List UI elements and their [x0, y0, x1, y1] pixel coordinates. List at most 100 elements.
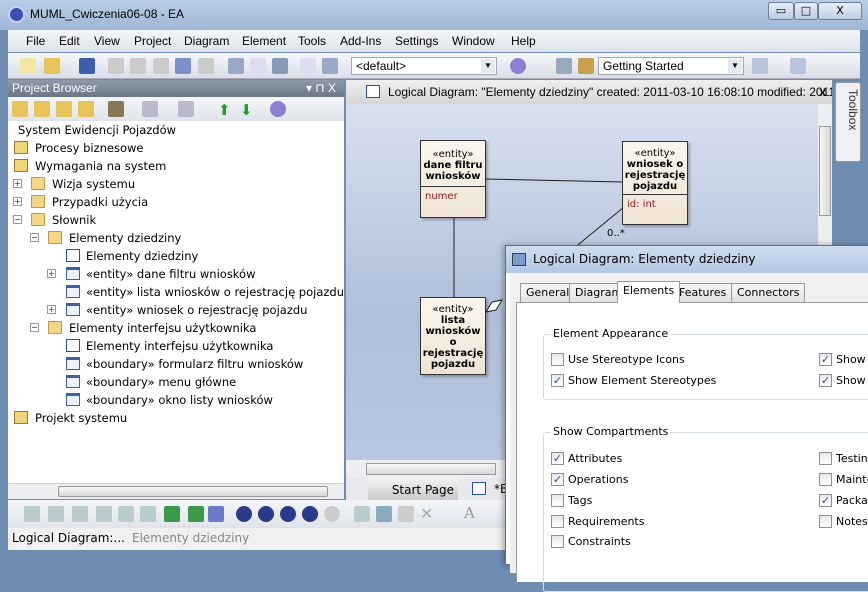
- menu-view[interactable]: View: [94, 34, 120, 48]
- use-stereotype-icons-checkbox[interactable]: Use Stereotype Icons: [551, 353, 685, 367]
- tree-item[interactable]: Elementy interfejsu użytkownika: [66, 337, 273, 355]
- checkbox-box[interactable]: [551, 353, 564, 366]
- tree-item[interactable]: System Ewidencji Pojazdów: [18, 121, 176, 139]
- tree-item[interactable]: Wymagania na system: [14, 157, 166, 175]
- checkmark-icon[interactable]: ✓: [819, 353, 832, 366]
- zoom-out-icon[interactable]: [258, 506, 274, 522]
- hierarchy-icon[interactable]: [354, 506, 370, 522]
- expand-icon[interactable]: +: [13, 197, 22, 206]
- scroll-thumb[interactable]: [366, 463, 496, 475]
- entity-wniosek[interactable]: «entity» wniosek o rejestrację pojazdu i…: [622, 141, 688, 225]
- menu-edit[interactable]: Edit: [59, 34, 80, 48]
- canvas-hscrollbar[interactable]: [346, 460, 506, 478]
- panel-controls[interactable]: ▾ ⊓ X: [306, 80, 336, 96]
- tree-item[interactable]: + Przypadki użycia: [13, 193, 148, 211]
- menu-project[interactable]: Project: [134, 34, 171, 48]
- new-model-icon[interactable]: [12, 101, 28, 117]
- brush-icon[interactable]: [398, 506, 414, 522]
- new-diagram-icon[interactable]: [56, 101, 72, 117]
- align-bottom-icon[interactable]: [96, 506, 112, 522]
- expand-icon[interactable]: +: [47, 269, 56, 278]
- menu-add-ins[interactable]: Add-Ins: [340, 34, 381, 48]
- minimize-button[interactable]: ▭: [768, 2, 794, 20]
- tab-start-page[interactable]: Start Page: [368, 478, 458, 500]
- menu-diagram[interactable]: Diagram: [184, 34, 229, 48]
- checkbox-box[interactable]: [819, 452, 832, 465]
- close-diagram-button[interactable]: x: [819, 80, 826, 104]
- package-checkbox[interactable]: ✓ Packag: [819, 494, 868, 508]
- show-element-stereotypes-checkbox[interactable]: ✓ Show Element Stereotypes: [551, 374, 716, 388]
- delete-icon[interactable]: ✕: [420, 504, 436, 523]
- operations-checkbox[interactable]: ✓ Operations: [551, 473, 628, 487]
- tab-elements[interactable]: Elements: [617, 281, 681, 303]
- testing-checkbox[interactable]: Testing: [819, 452, 868, 466]
- tree-item[interactable]: + «entity» wniosek o rejestrację pojazdu: [47, 301, 307, 319]
- menu-help[interactable]: Help: [511, 34, 536, 48]
- same-size-icon[interactable]: [118, 506, 134, 522]
- print-icon[interactable]: [272, 58, 288, 74]
- page-setup-icon[interactable]: [250, 58, 266, 74]
- menu-window[interactable]: Window: [452, 34, 495, 48]
- horizontal-scrollbar[interactable]: [8, 483, 344, 499]
- tab-connectors[interactable]: Connectors: [731, 283, 806, 302]
- cut-icon[interactable]: [108, 58, 124, 74]
- new-element-icon[interactable]: [78, 101, 94, 117]
- scroll-thumb[interactable]: [819, 126, 831, 216]
- show-checkbox[interactable]: ✓ Show T: [819, 353, 868, 367]
- align-left-icon[interactable]: [24, 506, 40, 522]
- collapse-icon[interactable]: −: [13, 215, 22, 224]
- same-size-icon[interactable]: [140, 506, 156, 522]
- chevron-down-icon[interactable]: ▼: [728, 59, 742, 73]
- checkbox-box[interactable]: [819, 473, 832, 486]
- toolbox-tab[interactable]: Toolbox: [835, 82, 861, 162]
- window-icon[interactable]: [790, 58, 806, 74]
- entity-lista-wnioskow[interactable]: «entity» lista wniosków o rejestrację po…: [420, 297, 486, 375]
- scroll-thumb[interactable]: [58, 486, 328, 497]
- checkmark-icon[interactable]: ✓: [551, 473, 564, 486]
- tree-item[interactable]: − Elementy dziedziny: [30, 229, 181, 247]
- maximize-button[interactable]: □: [794, 2, 818, 20]
- tree-item[interactable]: «boundary» menu główne: [66, 373, 236, 391]
- maintenance-checkbox[interactable]: Mainte: [819, 473, 868, 487]
- find-icon[interactable]: [228, 58, 244, 74]
- align-top-icon[interactable]: [72, 506, 88, 522]
- tree-item[interactable]: + Wizja systemu: [13, 175, 135, 193]
- association-line[interactable]: [485, 178, 623, 183]
- tree-item[interactable]: «boundary» formularz filtru wniosków: [66, 355, 303, 373]
- tree-item[interactable]: Projekt systemu: [14, 409, 127, 427]
- find-package-icon[interactable]: [108, 101, 124, 117]
- open-icon[interactable]: [44, 58, 60, 74]
- checkmark-icon[interactable]: ✓: [819, 374, 832, 387]
- redo-icon[interactable]: [198, 58, 214, 74]
- constraints-checkbox[interactable]: Constraints: [551, 535, 631, 549]
- layout-icon[interactable]: [752, 58, 768, 74]
- expand-icon[interactable]: +: [13, 179, 22, 188]
- checkmark-icon[interactable]: ✓: [551, 374, 564, 387]
- zoom-icon[interactable]: [324, 506, 340, 522]
- new-package-icon[interactable]: [34, 101, 50, 117]
- menu-tools[interactable]: Tools: [298, 34, 326, 48]
- zoom-fit-icon[interactable]: [302, 506, 318, 522]
- tree-item[interactable]: Procesy biznesowe: [14, 139, 144, 157]
- view-icon[interactable]: [178, 101, 194, 117]
- getting-started-icon[interactable]: [578, 58, 594, 74]
- tree-item[interactable]: − Elementy interfejsu użytkownika: [30, 319, 256, 337]
- zoom-normal-icon[interactable]: [280, 506, 296, 522]
- tree-item[interactable]: − Słownik: [13, 211, 96, 229]
- new-icon[interactable]: [20, 58, 36, 74]
- help-icon[interactable]: [510, 58, 526, 74]
- home-icon[interactable]: [208, 506, 224, 522]
- help-icon[interactable]: [270, 101, 286, 117]
- tab-general[interactable]: General: [520, 283, 576, 302]
- checkbox-box[interactable]: [551, 494, 564, 507]
- move-up-icon[interactable]: ⬆: [218, 101, 234, 119]
- workspace-select[interactable]: Getting Started ▼: [598, 57, 744, 75]
- undo-icon[interactable]: [175, 58, 191, 74]
- checkbox-box[interactable]: [551, 535, 564, 548]
- chevron-down-icon[interactable]: ▼: [481, 59, 495, 73]
- notes-checkbox[interactable]: Notes: [819, 515, 868, 529]
- tree-item[interactable]: «entity» lista wniosków o rejestrację po…: [66, 283, 344, 301]
- collapse-icon[interactable]: −: [30, 323, 39, 332]
- move-down-icon[interactable]: ⬇: [240, 101, 256, 119]
- copy-icon[interactable]: [130, 58, 146, 74]
